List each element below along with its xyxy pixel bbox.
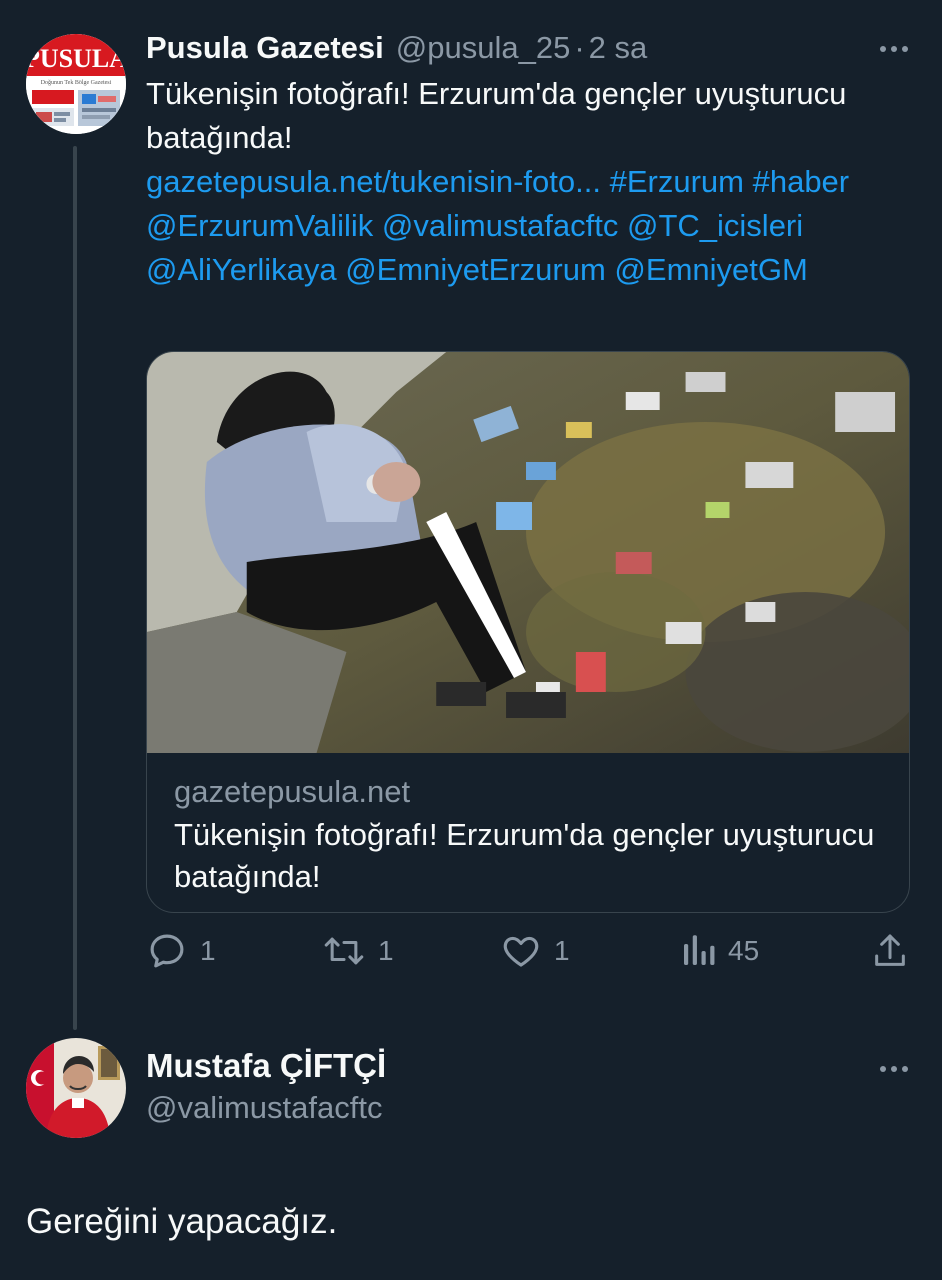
- tweet-actions: 1 1 1 45: [146, 930, 910, 980]
- hashtag-erzurum[interactable]: #Erzurum: [610, 164, 744, 199]
- tweet-link[interactable]: gazetepusula.net/tukenisin-foto...: [146, 164, 601, 199]
- mention-emniyeterzurum[interactable]: @EmniyetErzurum: [345, 252, 606, 287]
- hashtag-haber[interactable]: #haber: [753, 164, 850, 199]
- like-count: 1: [554, 935, 570, 966]
- separator: ·: [574, 30, 585, 65]
- card-title: Tükenişin fotoğrafı! Erzurum'da gençler …: [174, 817, 875, 894]
- reply-count: 1: [200, 935, 216, 966]
- mention-tc-icisleri[interactable]: @TC_icisleri: [627, 208, 803, 243]
- share-icon: [875, 934, 905, 966]
- tweet-header: Pusula Gazetesi @pusula_25 · 2 sa: [146, 28, 647, 68]
- reply-author-name[interactable]: Mustafa ÇİFTÇİ: [146, 1046, 386, 1086]
- logo-text: PUSULA: [26, 44, 126, 73]
- card-meta: gazetepusula.net Tükenişin fotoğrafı! Er…: [174, 772, 889, 898]
- tweet-body: Tükenişin fotoğrafı! Erzurum'da gençler …: [146, 72, 876, 292]
- mention-erzurumvalilik[interactable]: @ErzurumValilik: [146, 208, 373, 243]
- mention-emniyetgm[interactable]: @EmniyetGM: [614, 252, 807, 287]
- pusula-avatar[interactable]: PUSULA Doğunun Tek Bölge Gazetesi: [26, 34, 126, 134]
- like-button[interactable]: 1: [500, 930, 570, 972]
- link-preview-card[interactable]: gazetepusula.net Tükenişin fotoğrafı! Er…: [146, 351, 910, 913]
- more-options-icon[interactable]: [880, 46, 908, 52]
- share-button[interactable]: [870, 930, 910, 972]
- timeline: PUSULA Doğunun Tek Bölge Gazetesi Pusula…: [0, 0, 942, 1280]
- heart-icon: [503, 936, 539, 967]
- author-name[interactable]: Pusula Gazetesi: [146, 28, 384, 68]
- retweet-count: 1: [378, 935, 394, 966]
- card-domain: gazetepusula.net: [174, 774, 411, 809]
- mention-aliyerlikaya[interactable]: @AliYerlikaya: [146, 252, 337, 287]
- card-photo: [147, 352, 909, 753]
- logo-tagline: Doğunun Tek Bölge Gazetesi: [41, 79, 112, 86]
- reply-more-options-icon[interactable]: [880, 1066, 908, 1072]
- reply-button[interactable]: 1: [146, 930, 216, 972]
- profile-photo: [26, 1038, 126, 1138]
- reply-icon: [150, 934, 184, 968]
- pusula-logo: PUSULA Doğunun Tek Bölge Gazetesi: [26, 34, 126, 134]
- reply-text: Gereğini yapacağız.: [26, 1202, 338, 1241]
- thread-connector-line: [73, 146, 77, 1030]
- views-chart-icon: [684, 935, 715, 965]
- reply-author-handle[interactable]: @valimustafacftc: [146, 1088, 382, 1128]
- retweet-button[interactable]: 1: [322, 930, 394, 972]
- mention-valimustafacftc[interactable]: @valimustafacftc: [382, 208, 618, 243]
- retweet-icon: [324, 937, 364, 965]
- views-count: 45: [728, 935, 760, 966]
- author-handle[interactable]: @pusula_25: [396, 28, 571, 68]
- views-button[interactable]: 45: [680, 930, 759, 972]
- tweet-time[interactable]: 2 sa: [589, 28, 648, 68]
- tweet-text: Tükenişin fotoğrafı! Erzurum'da gençler …: [146, 76, 847, 155]
- mustafa-ciftci-avatar[interactable]: [26, 1038, 126, 1138]
